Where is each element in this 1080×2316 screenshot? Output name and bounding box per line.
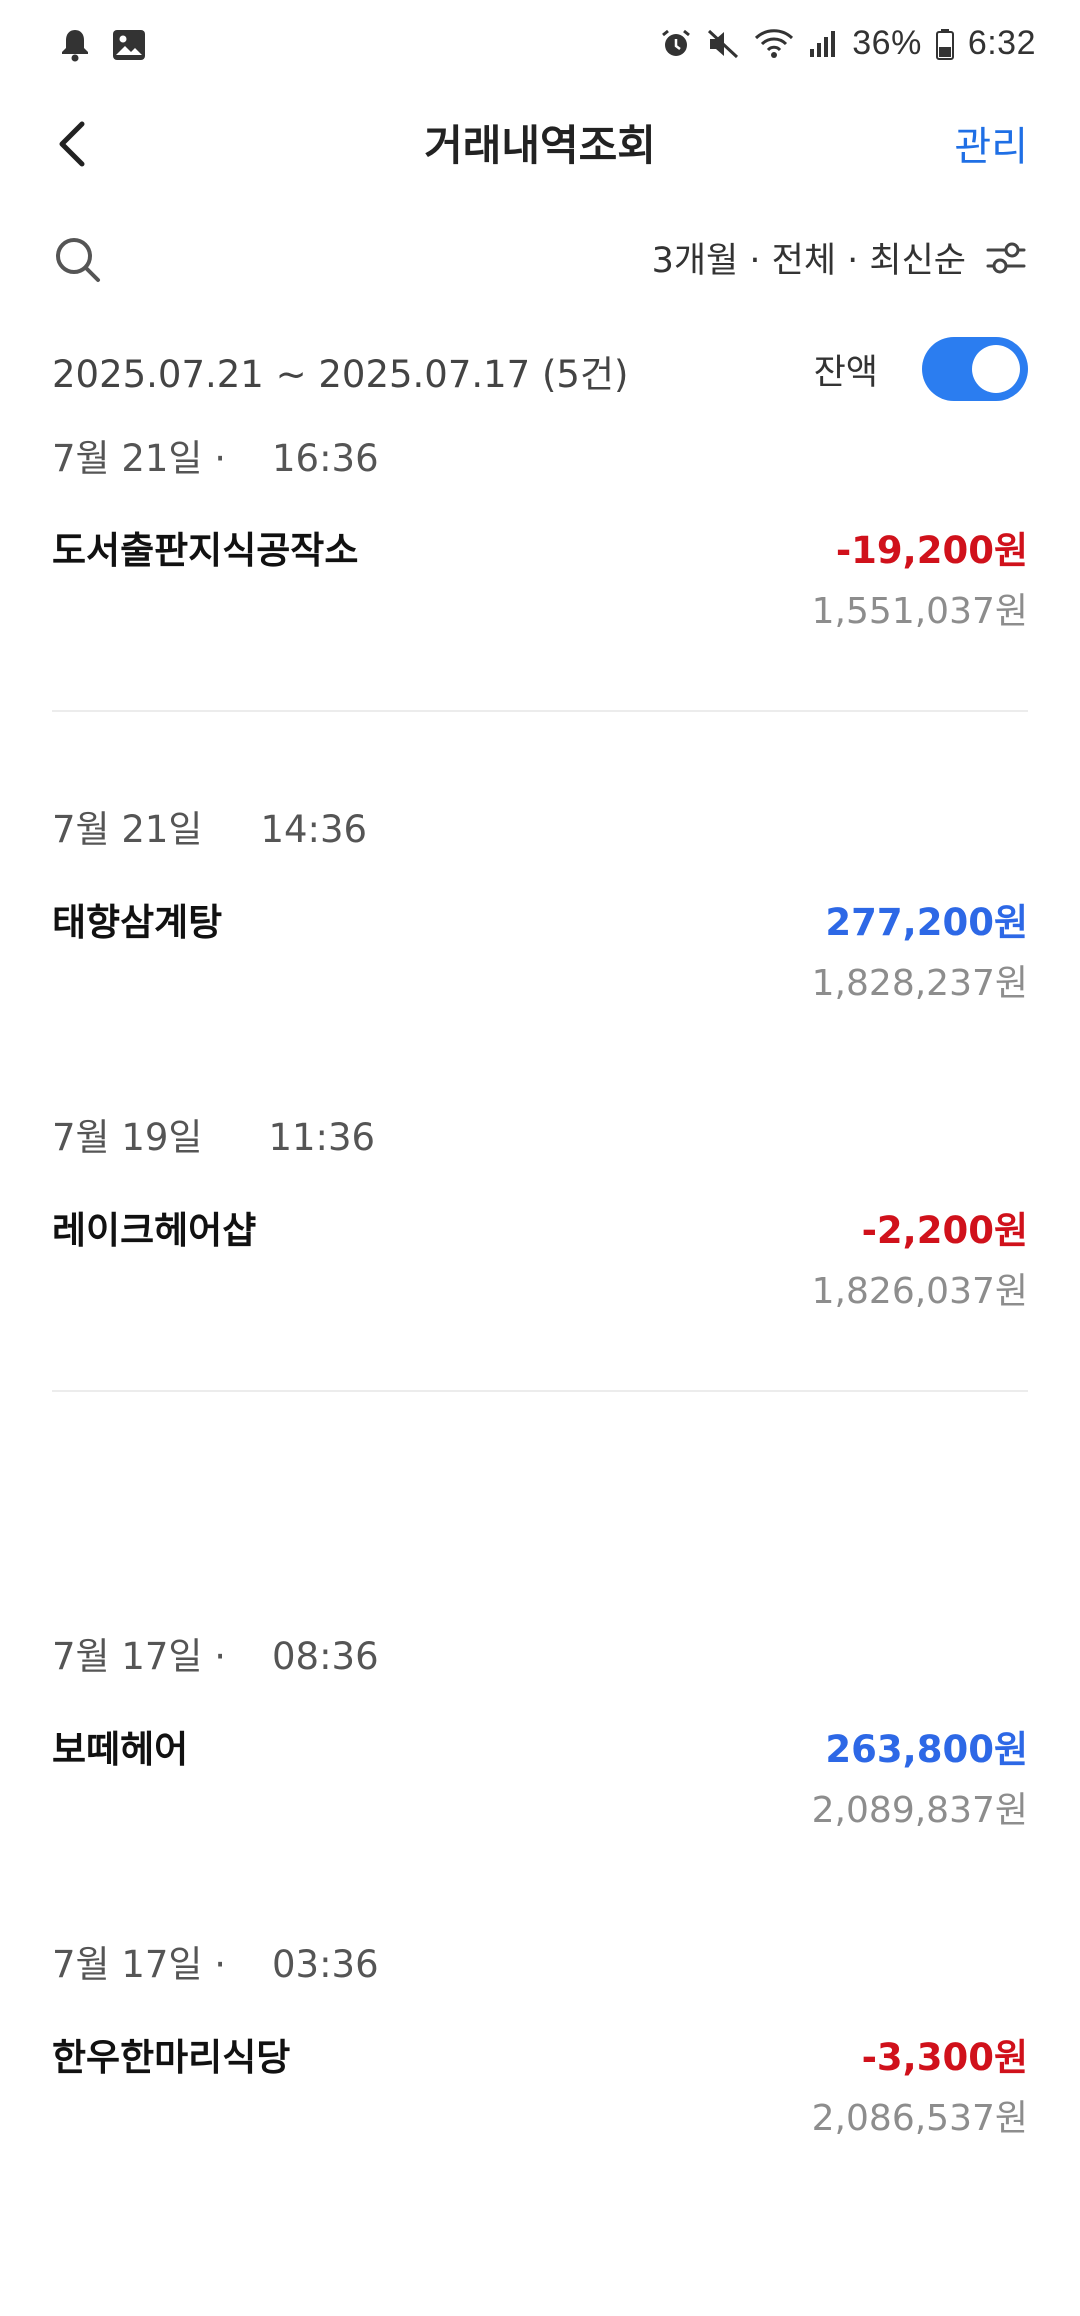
transaction-date: 7월 21일 14:36: [52, 808, 368, 851]
manage-button[interactable]: 관리: [954, 114, 1028, 172]
transaction-amount: 263,800원: [825, 1728, 1028, 1771]
filter-label: 3개월 · 전체 · 최신순: [651, 241, 966, 281]
filter-settings-icon: [986, 242, 1026, 273]
status-icons-left: [60, 28, 146, 62]
balance-toggle-label: 잔액: [813, 353, 878, 393]
divider: [52, 710, 1028, 712]
divider: [52, 1390, 1028, 1392]
transaction-date: 7월 21일 · 16:36: [52, 437, 379, 480]
transaction-name[interactable]: 한우한마리식당: [52, 2027, 290, 2081]
transaction-name[interactable]: 도서출판지식공작소: [52, 520, 358, 574]
alarm-icon: [662, 29, 691, 56]
status-icons-right: 36% 6:32: [660, 24, 1036, 63]
date-range: 2025.07.21 ~ 2025.07.17 (5건): [52, 353, 629, 396]
transaction-date: 7월 19일 11:36: [52, 1116, 376, 1159]
signal-icon: [810, 30, 836, 57]
transaction-balance: 1,826,037원: [811, 1271, 1028, 1312]
transaction-balance: 2,086,537원: [811, 2098, 1028, 2139]
mute-icon: [708, 29, 739, 58]
bell-icon: [62, 30, 88, 62]
transaction-balance: 1,828,237원: [811, 963, 1028, 1004]
transaction-balance: 1,551,037원: [811, 591, 1028, 632]
wifi-icon: [755, 28, 794, 58]
transaction-balance: 2,089,837원: [811, 1790, 1028, 1831]
transaction-amount: -3,300원: [861, 2036, 1028, 2079]
filter-button[interactable]: 3개월 · 전체 · 최신순: [652, 232, 1028, 283]
page-title: 거래내역조회: [424, 121, 656, 170]
transaction-name[interactable]: 보떼헤어: [52, 1719, 188, 1773]
balance-toggle[interactable]: [922, 337, 1028, 401]
battery-percent: 36%: [852, 24, 922, 62]
transaction-amount: 277,200원: [825, 901, 1028, 944]
transaction-amount: -2,200원: [861, 1209, 1028, 1252]
transaction-name[interactable]: 태향삼계탕: [52, 892, 222, 946]
transaction-date: 7월 17일 · 03:36: [52, 1943, 379, 1986]
gallery-icon: [113, 30, 145, 60]
battery-icon: [935, 28, 954, 60]
transaction-amount: -19,200원: [835, 529, 1028, 572]
transaction-date: 7월 17일 · 08:36: [52, 1635, 379, 1678]
search-icon[interactable]: [52, 234, 104, 286]
clock: 6:32: [967, 24, 1036, 62]
transaction-name[interactable]: 레이크헤어샵: [52, 1200, 256, 1254]
toggle-knob: [972, 345, 1020, 393]
